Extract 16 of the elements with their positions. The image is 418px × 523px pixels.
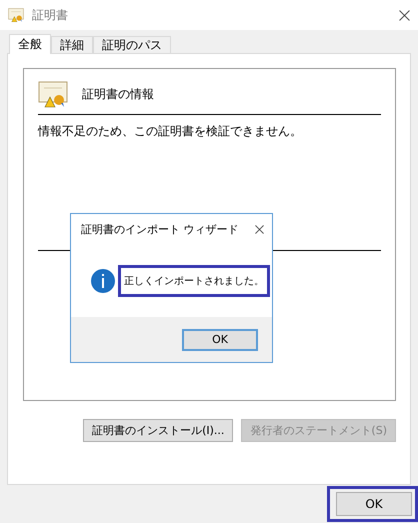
certificate-icon [38,81,68,108]
tab[interactable]: 詳細 [51,36,93,53]
info-icon [91,268,115,292]
warning-text: 情報不足のため、この証明書を検証できません。 [38,123,303,140]
dialog-ok-button[interactable]: OK [182,328,258,350]
close-icon[interactable] [399,10,410,20]
success-message: 正しくインポートされました。 [118,264,270,296]
dialog-title: 証明書のインポート ウィザード [81,222,240,236]
tab[interactable]: 全般 [9,34,51,54]
ok-button[interactable]: OK [336,492,412,516]
window-title: 証明書 [32,6,69,24]
section-heading: 証明書の情報 [82,86,154,103]
action-button[interactable]: 証明書のインストール(I)... [83,419,234,442]
certificate-icon [8,8,24,22]
close-icon[interactable] [255,224,264,234]
tab[interactable]: 証明のパス [93,36,171,53]
